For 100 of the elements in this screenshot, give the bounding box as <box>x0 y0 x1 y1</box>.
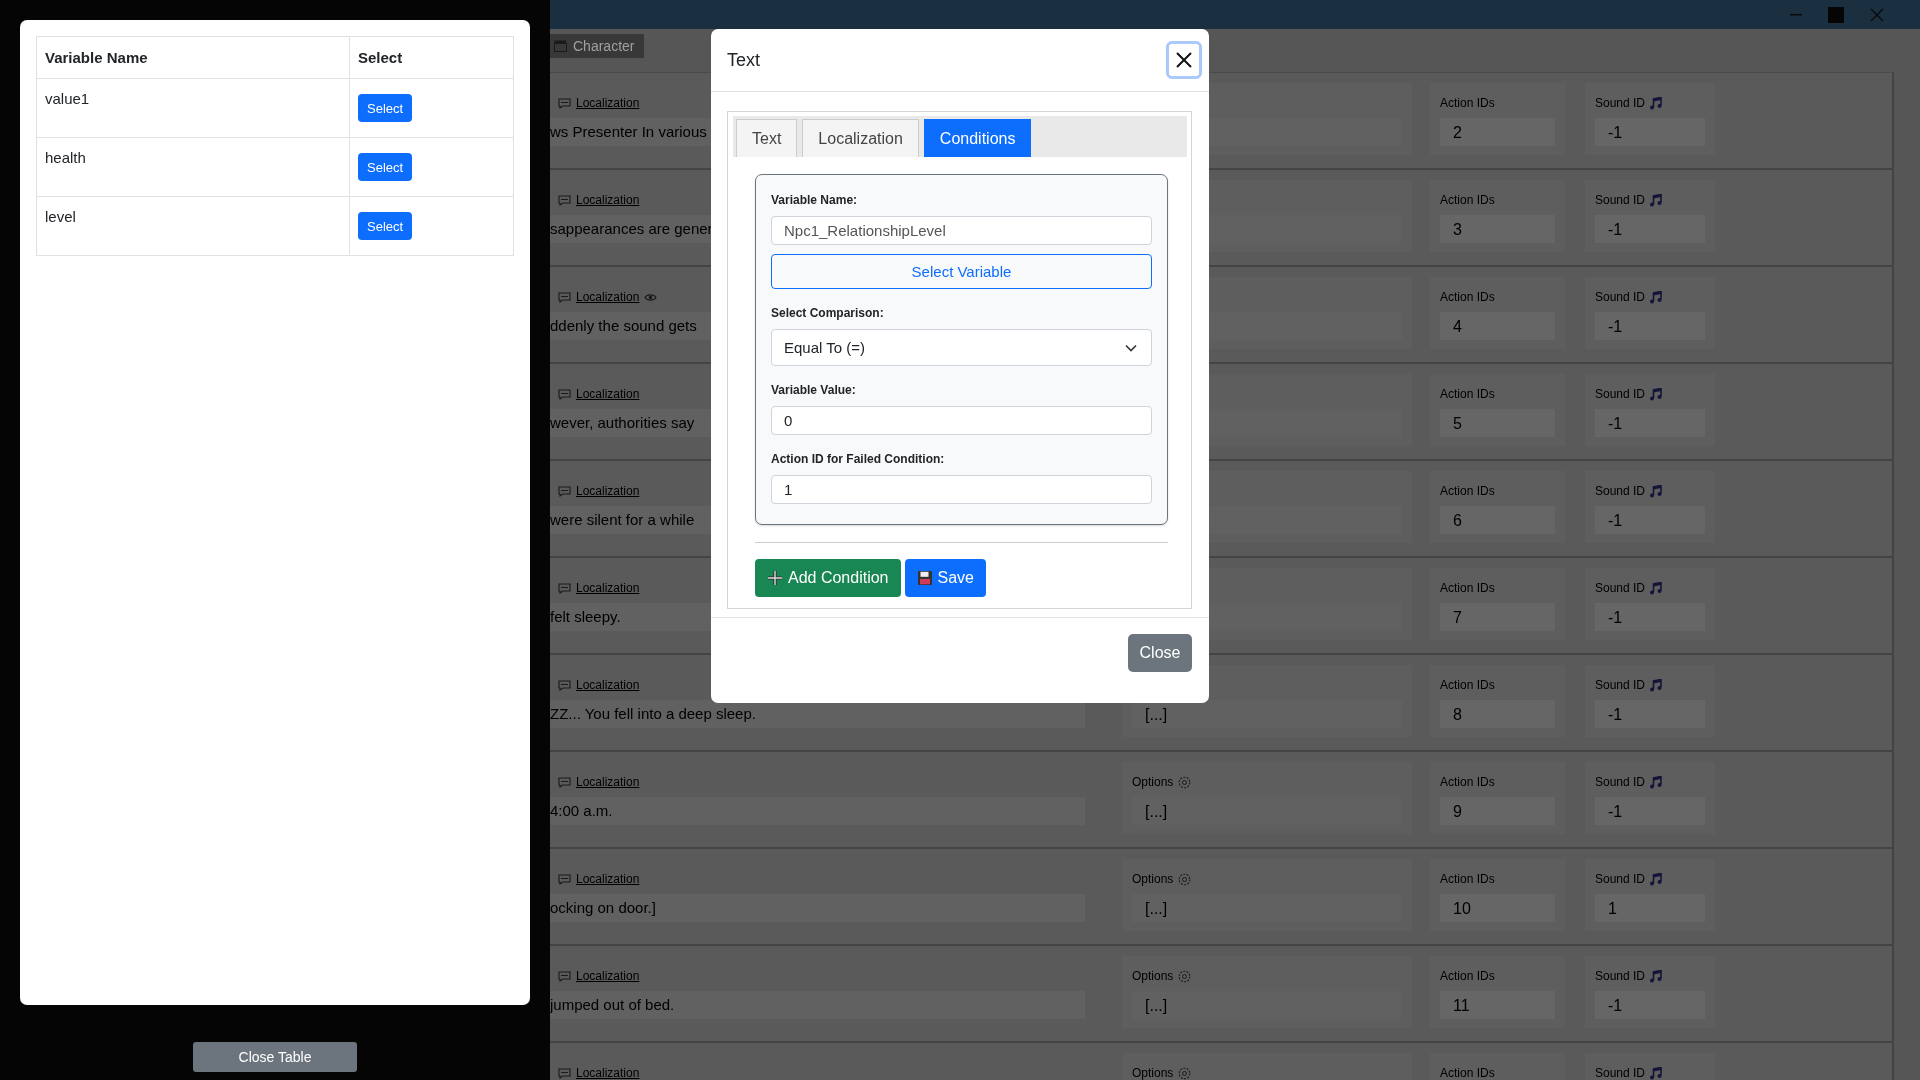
input-field[interactable]: Npc1_RelationshipLevel <box>771 216 1152 245</box>
localization-link[interactable]: Localization <box>576 775 640 789</box>
localization-link[interactable]: Localization <box>576 581 640 595</box>
save-button[interactable]: Save <box>904 559 986 597</box>
localization-link[interactable]: Localization <box>576 193 640 207</box>
variable-name-cell: value1 <box>36 78 350 138</box>
speech-bubble-icon <box>558 485 571 497</box>
select-button[interactable]: Select <box>358 94 413 122</box>
column-header: Select <box>349 36 514 79</box>
column-header: Variable Name <box>36 36 350 79</box>
music-note-icon <box>1650 969 1663 983</box>
action-ids-field[interactable]: 9 <box>1440 797 1555 825</box>
tab[interactable]: Text <box>736 119 798 157</box>
action-ids-field[interactable]: 4 <box>1440 312 1555 340</box>
speech-bubble-icon <box>558 291 571 303</box>
maximize-icon[interactable] <box>1828 6 1844 23</box>
sound-id-field[interactable]: -1 <box>1595 409 1705 437</box>
options-label: Options <box>1132 969 1174 983</box>
sound-id-field[interactable]: -1 <box>1595 215 1705 243</box>
select-variable-button[interactable]: Select Variable <box>771 254 1152 289</box>
sound-id-label: Sound ID <box>1595 872 1646 886</box>
action-ids-label: Action IDs <box>1440 969 1495 983</box>
speech-bubble-icon <box>558 1067 571 1079</box>
music-note-icon <box>1650 387 1663 401</box>
select-button[interactable]: Select <box>358 153 413 181</box>
gear-icon[interactable] <box>1178 1066 1192 1080</box>
character-tab[interactable]: Character <box>550 34 645 58</box>
music-note-icon <box>1650 581 1663 595</box>
text-field[interactable]: ZZ... You fell into a deep sleep. <box>550 700 1085 728</box>
localization-link[interactable]: Localization <box>576 678 640 692</box>
music-note-icon <box>1650 290 1663 304</box>
action-ids-label: Action IDs <box>1440 775 1495 789</box>
speech-bubble-icon <box>558 97 571 109</box>
close-icon[interactable] <box>1870 7 1884 22</box>
action-ids-field[interactable]: 2 <box>1440 118 1555 146</box>
sound-id-label: Sound ID <box>1595 484 1646 498</box>
localization-link[interactable]: Localization <box>576 872 640 886</box>
close-icon <box>1175 51 1193 69</box>
close-button[interactable] <box>1166 41 1202 79</box>
minimize-icon[interactable] <box>1790 13 1802 16</box>
input-field[interactable]: 0 <box>771 406 1152 435</box>
variable-name-cell: level <box>36 196 350 256</box>
localization-link[interactable]: Localization <box>576 96 640 110</box>
localization-link[interactable]: Localization <box>576 1066 640 1080</box>
text-field[interactable]: jumped out of bed. <box>550 991 1085 1019</box>
sound-id-field[interactable]: 1 <box>1595 894 1705 922</box>
action-ids-label: Action IDs <box>1440 581 1495 595</box>
field-label: Select Comparison: <box>771 305 885 321</box>
action-ids-field[interactable]: 6 <box>1440 506 1555 534</box>
localization-link[interactable]: Localization <box>576 969 640 983</box>
sound-id-label: Sound ID <box>1595 1066 1646 1080</box>
music-note-icon <box>1650 872 1663 886</box>
action-ids-label: Action IDs <box>1440 387 1495 401</box>
action-ids-label: Action IDs <box>1440 484 1495 498</box>
action-ids-field[interactable]: 10 <box>1440 894 1555 922</box>
close-table-button[interactable]: Close Table <box>193 1042 357 1072</box>
localization-link[interactable]: Localization <box>576 484 640 498</box>
modal-title: Text <box>727 49 760 71</box>
localization-link[interactable]: Localization <box>576 290 640 304</box>
eye-icon[interactable] <box>644 292 658 302</box>
gear-icon[interactable] <box>1178 969 1192 983</box>
field-label: Variable Name: <box>771 192 859 208</box>
sound-id-field[interactable]: -1 <box>1595 797 1705 825</box>
options-label: Options <box>1132 775 1174 789</box>
speech-bubble-icon <box>558 582 571 594</box>
sound-id-label: Sound ID <box>1595 96 1646 110</box>
text-field[interactable]: 4:00 a.m. <box>550 797 1085 825</box>
sound-id-field[interactable]: -1 <box>1595 603 1705 631</box>
close-button[interactable]: Close <box>1128 634 1192 672</box>
sound-id-label: Sound ID <box>1595 387 1646 401</box>
action-ids-field[interactable]: 11 <box>1440 991 1555 1019</box>
localization-link[interactable]: Localization <box>576 387 640 401</box>
sound-id-field[interactable]: -1 <box>1595 991 1705 1019</box>
sound-id-field[interactable]: -1 <box>1595 700 1705 728</box>
input-field[interactable]: 1 <box>771 475 1152 504</box>
select-button[interactable]: Select <box>358 212 413 240</box>
tab[interactable]: Localization <box>802 119 919 157</box>
action-ids-field[interactable]: 5 <box>1440 409 1555 437</box>
action-ids-label: Action IDs <box>1440 678 1495 692</box>
text-field[interactable]: ocking on door.] <box>550 894 1085 922</box>
sound-id-field[interactable]: -1 <box>1595 312 1705 340</box>
action-ids-field[interactable]: 8 <box>1440 700 1555 728</box>
music-note-icon <box>1650 96 1663 110</box>
tab[interactable]: Conditions <box>923 119 1032 157</box>
field-label: Action ID for Failed Condition: <box>771 451 946 467</box>
gear-icon[interactable] <box>1178 775 1192 789</box>
options-label: Options <box>1132 1066 1174 1080</box>
sound-id-label: Sound ID <box>1595 581 1646 595</box>
comparison-dropdown[interactable]: Equal To (=) <box>771 329 1152 366</box>
sound-id-field[interactable]: -1 <box>1595 118 1705 146</box>
music-note-icon <box>1650 1066 1663 1080</box>
action-ids-field[interactable]: 3 <box>1440 215 1555 243</box>
sound-id-field[interactable]: -1 <box>1595 506 1705 534</box>
action-ids-field[interactable]: 7 <box>1440 603 1555 631</box>
music-note-icon <box>1650 193 1663 207</box>
gear-icon[interactable] <box>1178 872 1192 886</box>
speech-bubble-icon <box>558 194 571 206</box>
add-condition-button[interactable]: Add Condition <box>755 559 901 597</box>
speech-bubble-icon <box>558 970 571 982</box>
plus-icon <box>767 570 783 586</box>
